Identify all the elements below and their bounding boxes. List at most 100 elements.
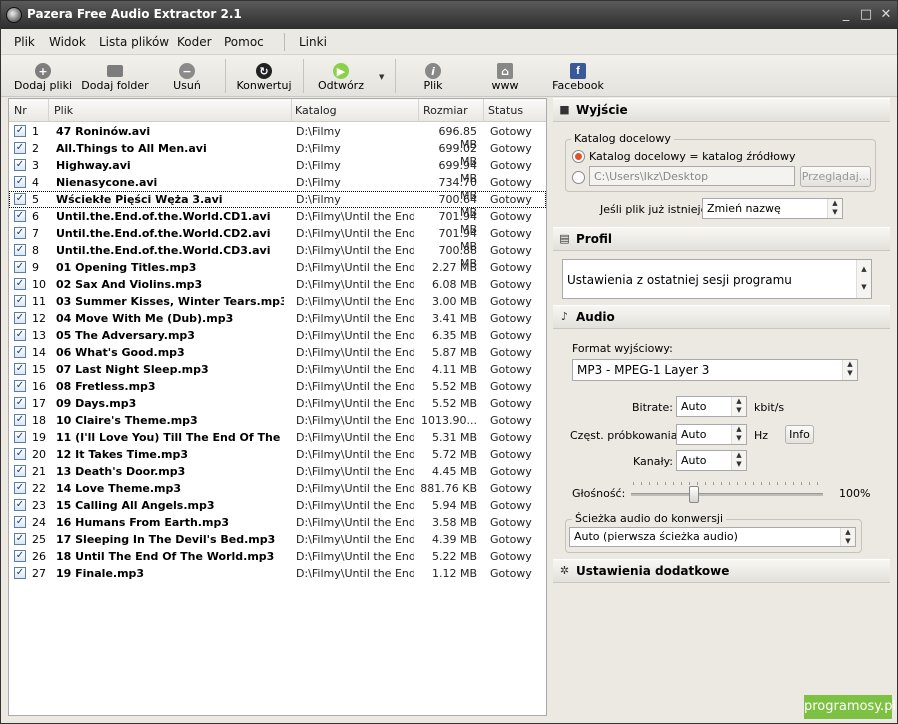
bitrate-select[interactable]: Auto ▲ ▼ <box>676 396 747 417</box>
sample-rate-select[interactable]: Auto ▲ ▼ <box>676 424 747 445</box>
minimize-icon[interactable]: _ <box>837 6 855 24</box>
table-row[interactable]: ✓ 15 07 Last Night Sleep.mp3 D:\Filmy\Until… <box>9 361 546 378</box>
output-path-input[interactable]: C:\Users\Ikz\Desktop <box>589 166 795 186</box>
audio-track-select[interactable]: Auto (pierwsza ścieżka audio) ▲ ▼ <box>569 527 856 547</box>
row-checkbox[interactable]: ✓ <box>14 499 26 511</box>
row-dir: D:\Filmy\Until the End... <box>296 295 414 308</box>
play-button[interactable]: ▶ Odtwórz <box>315 55 367 97</box>
volume-slider-track[interactable] <box>631 493 823 496</box>
table-row[interactable]: ✓ 20 12 It Takes Time.mp3 D:\Filmy\Until th… <box>9 446 546 463</box>
table-row[interactable]: ✓ 11 03 Summer Kisses, Winter Tears.mp3 D:\… <box>9 293 546 310</box>
table-row[interactable]: ✓ 25 17 Sleeping In The Devil's Bed.mp3 D:\… <box>9 531 546 548</box>
maximize-icon[interactable]: □ <box>857 6 875 24</box>
row-checkbox[interactable]: ✓ <box>14 380 26 392</box>
list-header: Nr Plik Katalog Rozmiar Status <box>9 99 546 122</box>
row-checkbox[interactable]: ✓ <box>14 414 26 426</box>
row-checkbox[interactable]: ✓ <box>14 159 26 171</box>
column-plik[interactable]: Plik <box>54 104 73 117</box>
convert-button[interactable]: ↻ Konwertuj <box>235 55 293 97</box>
channels-select[interactable]: Auto ▲ ▼ <box>676 450 747 471</box>
menu-koder[interactable]: Koder <box>177 35 212 49</box>
table-row[interactable]: ✓ 1 47 Roninów.avi D:\Filmy 696.85 MB Gotowy <box>9 123 546 151</box>
row-checkbox[interactable]: ✓ <box>14 176 26 188</box>
row-checkbox[interactable]: ✓ <box>14 142 26 154</box>
remove-button[interactable]: − Usuń <box>165 55 209 97</box>
table-row[interactable]: ✓ 27 19 Finale.mp3 D:\Filmy\Until the End..… <box>9 565 546 582</box>
row-checkbox[interactable]: ✓ <box>14 448 26 460</box>
column-rozmiar[interactable]: Rozmiar <box>423 104 468 117</box>
table-row[interactable]: ✓ 10 02 Sax And Violins.mp3 D:\Filmy\Until … <box>9 276 546 293</box>
table-row[interactable]: ✓ 6 Until.the.End.of.the.World.CD1.avi D:\F… <box>9 208 546 236</box>
custom-dir-radio[interactable] <box>572 171 585 184</box>
menu-plik[interactable]: Plik <box>14 35 35 49</box>
facebook-button[interactable]: f Facebook <box>551 55 605 97</box>
table-row[interactable]: ✓ 18 10 Claire's Theme.mp3 D:\Filmy\Until t… <box>9 412 546 429</box>
column-katalog[interactable]: Katalog <box>295 104 337 117</box>
row-checkbox[interactable]: ✓ <box>14 261 26 273</box>
profile-section-header[interactable]: ▤ Profil <box>553 227 890 251</box>
audio-section-header[interactable]: ♪ Audio <box>553 305 890 329</box>
www-button[interactable]: ⌂ www <box>487 55 523 97</box>
add-files-button[interactable]: + Dodaj pliki <box>13 55 73 97</box>
table-row[interactable]: ✓ 24 16 Humans From Earth.mp3 D:\Filmy\Unti… <box>9 514 546 531</box>
table-row[interactable]: ✓ 17 09 Days.mp3 D:\Filmy\Until the End... 5… <box>9 395 546 412</box>
menu-lista-plikow[interactable]: Lista plików <box>99 35 169 49</box>
close-icon[interactable]: ✕ <box>877 6 895 24</box>
menu-linki[interactable]: Linki <box>299 35 327 49</box>
row-checkbox[interactable]: ✓ <box>14 397 26 409</box>
row-checkbox[interactable]: ✓ <box>14 125 26 137</box>
row-file: 13 Death's Door.mp3 <box>56 465 186 478</box>
table-row[interactable]: ✓ 23 15 Calling All Angels.mp3 D:\Filmy\Unt… <box>9 497 546 514</box>
table-row[interactable]: ✓ 4 Nienasycone.avi D:\Filmy 734.70 MB Gotowy <box>9 174 546 202</box>
file-exists-select[interactable]: Zmień nazwę ▲ ▼ <box>702 198 843 219</box>
row-checkbox[interactable]: ✓ <box>14 295 26 307</box>
table-row[interactable]: ✓ 19 11 (I'll Love You) Till The End Of Th… <box>9 429 546 446</box>
table-row[interactable]: ✓ 8 Until.the.End.of.the.World.CD3.avi D:\F… <box>9 242 546 270</box>
row-checkbox[interactable]: ✓ <box>14 278 26 290</box>
row-checkbox[interactable]: ✓ <box>14 465 26 477</box>
table-row[interactable]: ✓ 16 08 Fretless.mp3 D:\Filmy\Until the End… <box>9 378 546 395</box>
info-button[interactable]: Info <box>785 425 814 444</box>
row-checkbox[interactable]: ✓ <box>14 346 26 358</box>
format-select[interactable]: MP3 - MPEG-1 Layer 3 ▲ ▼ <box>572 359 858 381</box>
table-row[interactable]: ✓ 21 13 Death's Door.mp3 D:\Filmy\Until the… <box>9 463 546 480</box>
table-row[interactable]: ✓ 12 04 Move With Me (Dub).mp3 D:\Filmy\Unt… <box>9 310 546 327</box>
file-info-button[interactable]: i Plik <box>413 55 453 97</box>
menu-widok[interactable]: Widok <box>49 35 86 49</box>
row-checkbox[interactable]: ✓ <box>14 312 26 324</box>
extra-section-header[interactable]: ✲ Ustawienia dodatkowe <box>553 559 890 583</box>
row-checkbox[interactable]: ✓ <box>14 329 26 341</box>
row-checkbox[interactable]: ✓ <box>14 193 26 205</box>
table-row[interactable]: ✓ 7 Until.the.End.of.the.World.CD2.avi D:\F… <box>9 225 546 253</box>
same-dir-radio[interactable] <box>572 150 585 163</box>
column-status[interactable]: Status <box>488 104 523 117</box>
output-section-header[interactable]: ■ Wyjście <box>553 98 890 122</box>
volume-slider-thumb[interactable] <box>689 486 700 503</box>
table-row[interactable]: ✓ 3 Highway.avi D:\Filmy 699.94 MB Gotowy <box>9 157 546 185</box>
table-row[interactable]: ✓ 9 01 Opening Titles.mp3 D:\Filmy\Until th… <box>9 259 546 276</box>
row-checkbox[interactable]: ✓ <box>14 550 26 562</box>
table-row[interactable]: ✓ 26 18 Until The End Of The World.mp3 D:\F… <box>9 548 546 565</box>
row-checkbox[interactable]: ✓ <box>14 516 26 528</box>
row-checkbox[interactable]: ✓ <box>14 533 26 545</box>
row-checkbox[interactable]: ✓ <box>14 431 26 443</box>
row-checkbox[interactable]: ✓ <box>14 244 26 256</box>
row-checkbox[interactable]: ✓ <box>14 363 26 375</box>
audio-section-title: Audio <box>576 310 615 324</box>
row-checkbox[interactable]: ✓ <box>14 567 26 579</box>
file-list[interactable]: Nr Plik Katalog Rozmiar Status ✓ 1 47 Roni… <box>8 98 547 716</box>
table-row[interactable]: ✓ 5 Wściekłe Pięści Węża 3.avi D:\Filmy 700.… <box>9 191 546 219</box>
row-checkbox[interactable]: ✓ <box>14 227 26 239</box>
row-checkbox[interactable]: ✓ <box>14 482 26 494</box>
table-row[interactable]: ✓ 2 All.Things to All Men.avi D:\Filmy 699.0… <box>9 140 546 168</box>
row-checkbox[interactable]: ✓ <box>14 210 26 222</box>
browse-button[interactable]: Przeglądaj... <box>800 166 871 187</box>
profile-select[interactable]: Ustawienia z ostatniej sesji programu ▲ ▼ <box>562 259 872 299</box>
add-folder-button[interactable]: Dodaj folder <box>81 55 149 97</box>
column-nr[interactable]: Nr <box>14 104 27 117</box>
table-row[interactable]: ✓ 13 05 The Adversary.mp3 D:\Filmy\Until th… <box>9 327 546 344</box>
play-dropdown-button[interactable]: ▼ <box>377 55 389 97</box>
table-row[interactable]: ✓ 22 14 Love Theme.mp3 D:\Filmy\Until the E… <box>9 480 546 497</box>
menu-pomoc[interactable]: Pomoc <box>224 35 264 49</box>
table-row[interactable]: ✓ 14 06 What's Good.mp3 D:\Filmy\Until the … <box>9 344 546 361</box>
